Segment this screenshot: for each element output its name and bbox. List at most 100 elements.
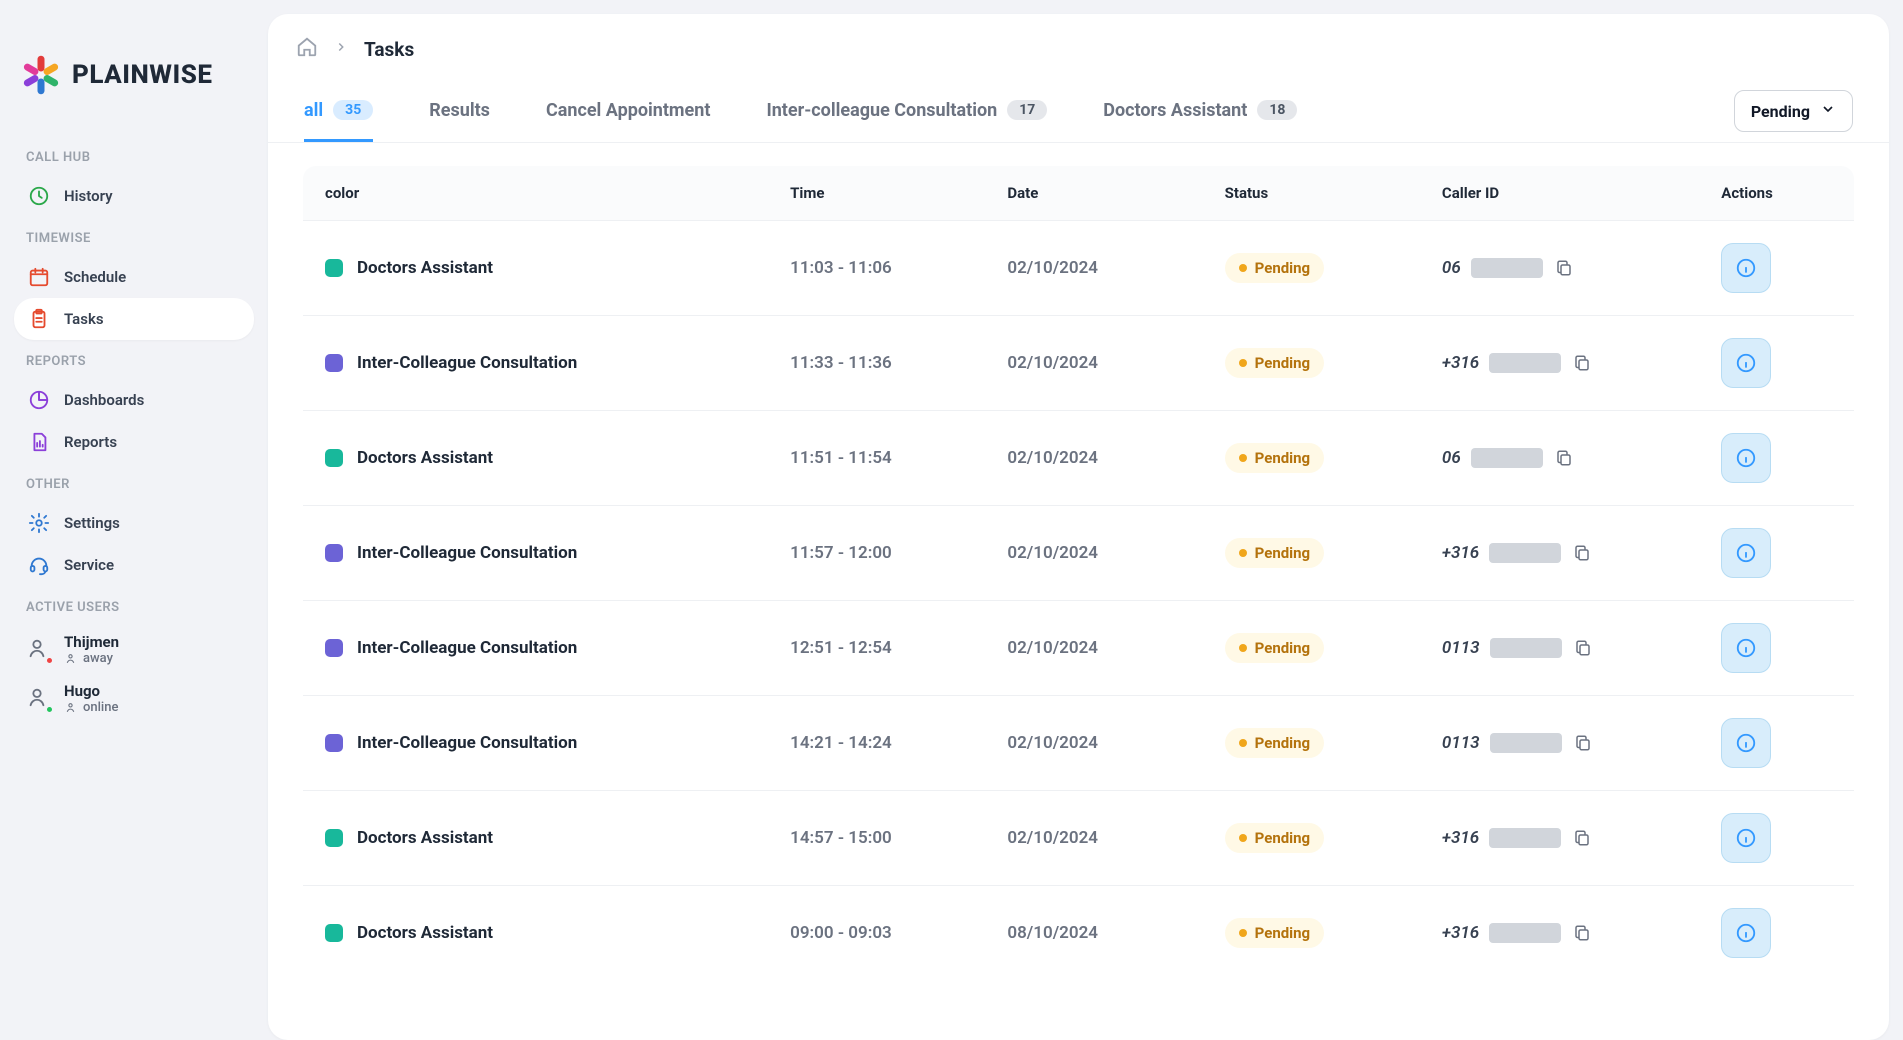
table-row: Doctors Assistant11:51 - 11:5402/10/2024… [303, 411, 1855, 506]
date-cell: 02/10/2024 [985, 506, 1202, 601]
color-chip-icon [325, 259, 343, 277]
sidebar-item-label: Tasks [64, 310, 104, 328]
color-chip-icon [325, 639, 343, 657]
date-cell: 02/10/2024 [985, 411, 1202, 506]
status-dot-icon [1239, 834, 1247, 842]
sidebar-item-service[interactable]: Service [14, 544, 254, 586]
status-badge: Pending [1225, 918, 1324, 948]
user-status: away [64, 651, 119, 666]
status-dot-icon [1239, 929, 1247, 937]
user-name: Hugo [64, 682, 118, 700]
copy-button[interactable] [1571, 827, 1593, 849]
caller-prefix: 06 [1442, 258, 1461, 278]
tabs-bar: all35 Results Cancel Appointment Inter-coll… [268, 80, 1889, 143]
time-cell: 11:57 - 12:00 [768, 506, 985, 601]
tab-cancel-appointment[interactable]: Cancel Appointment [546, 82, 711, 142]
sidebar-item-tasks[interactable]: Tasks [14, 298, 254, 340]
color-chip-icon [325, 449, 343, 467]
status-dot-icon [45, 705, 54, 714]
caller-id-masked [1471, 258, 1543, 278]
tab-label: Results [429, 100, 490, 121]
sidebar-item-settings[interactable]: Settings [14, 502, 254, 544]
status-badge: Pending [1225, 728, 1324, 758]
status-badge: Pending [1225, 633, 1324, 663]
brand-logo-icon [20, 54, 62, 96]
breadcrumb: Tasks [268, 14, 1889, 80]
status-dot-icon [45, 656, 54, 665]
sidebar-item-reports[interactable]: Reports [14, 421, 254, 463]
sidebar-item-schedule[interactable]: Schedule [14, 256, 254, 298]
table-header: Time [768, 166, 985, 221]
headset-icon [28, 554, 50, 576]
table-row: Inter-Colleague Consultation11:33 - 11:3… [303, 316, 1855, 411]
table-row: Doctors Assistant14:57 - 15:0002/10/2024… [303, 791, 1855, 886]
date-cell: 02/10/2024 [985, 316, 1202, 411]
date-cell: 02/10/2024 [985, 791, 1202, 886]
category-label: Inter-Colleague Consultation [357, 638, 577, 658]
sidebar-item-label: Dashboards [64, 391, 144, 409]
tab-label: Doctors Assistant [1103, 100, 1247, 121]
caller-id-masked [1489, 828, 1561, 848]
copy-button[interactable] [1572, 732, 1594, 754]
table-row: Inter-Colleague Consultation 12:51 - 12:5… [303, 601, 1855, 696]
status-dot-icon [1239, 549, 1247, 557]
tab-count-badge: 35 [333, 100, 373, 120]
info-button[interactable] [1721, 338, 1771, 388]
table-row: Doctors Assistant11:03 - 11:0602/10/2024… [303, 221, 1855, 316]
status-dot-icon [1239, 739, 1247, 747]
chevron-down-icon [1820, 101, 1836, 121]
time-cell: 11:51 - 11:54 [768, 411, 985, 506]
info-button[interactable] [1721, 433, 1771, 483]
filter-dropdown[interactable]: Pending [1734, 90, 1853, 132]
copy-button[interactable] [1553, 257, 1575, 279]
tab-label: Inter-colleague Consultation [766, 100, 997, 121]
time-cell: 11:03 - 11:06 [768, 221, 985, 316]
caller-id-masked [1490, 638, 1562, 658]
breadcrumb-current: Tasks [364, 38, 414, 61]
category-label: Inter-Colleague Consultation [357, 733, 577, 753]
info-button[interactable] [1721, 623, 1771, 673]
time-cell: 14:21 - 14:24 [768, 696, 985, 791]
clock-icon [28, 185, 50, 207]
info-button[interactable] [1721, 243, 1771, 293]
active-users-label: ACTIVE USERS [14, 586, 254, 625]
tab-label: Cancel Appointment [546, 100, 711, 121]
tab-inter-colleague-consultation[interactable]: Inter-colleague Consultation17 [766, 82, 1047, 142]
date-cell: 08/10/2024 [985, 886, 1202, 981]
info-button[interactable] [1721, 528, 1771, 578]
category-label: Inter-Colleague Consultation [357, 543, 577, 563]
time-cell: 12:51 - 12:54 [768, 601, 985, 696]
brand-name: PLAINWISE [72, 60, 212, 90]
info-button[interactable] [1721, 718, 1771, 768]
sidebar-section-label: REPORTS [14, 340, 254, 379]
time-cell: 09:00 - 09:03 [768, 886, 985, 981]
caller-id-masked [1471, 448, 1543, 468]
sidebar-item-dashboards[interactable]: Dashboards [14, 379, 254, 421]
tab-results[interactable]: Results [429, 82, 490, 142]
copy-button[interactable] [1572, 637, 1594, 659]
color-chip-icon [325, 924, 343, 942]
copy-button[interactable] [1571, 542, 1593, 564]
tab-doctors-assistant[interactable]: Doctors Assistant18 [1103, 82, 1297, 142]
user-icon [26, 686, 52, 712]
status-text: Pending [1255, 734, 1310, 752]
sidebar-item-label: Service [64, 556, 114, 574]
info-button[interactable] [1721, 813, 1771, 863]
copy-button[interactable] [1553, 447, 1575, 469]
sidebar-section-label: OTHER [14, 463, 254, 502]
sidebar-item-history[interactable]: History [14, 175, 254, 217]
active-user[interactable]: Hugoonline [14, 674, 254, 723]
status-text: Pending [1255, 829, 1310, 847]
status-dot-icon [1239, 264, 1247, 272]
home-icon[interactable] [296, 36, 318, 62]
active-user[interactable]: Thijmenaway [14, 625, 254, 674]
status-text: Pending [1255, 449, 1310, 467]
tab-all[interactable]: all35 [304, 82, 373, 142]
table-row: Doctors Assistant09:00 - 09:0308/10/2024… [303, 886, 1855, 981]
caller-prefix: +316 [1442, 353, 1479, 373]
table-header: color [303, 166, 769, 221]
info-button[interactable] [1721, 908, 1771, 958]
user-status: online [64, 700, 118, 715]
copy-button[interactable] [1571, 352, 1593, 374]
copy-button[interactable] [1571, 922, 1593, 944]
